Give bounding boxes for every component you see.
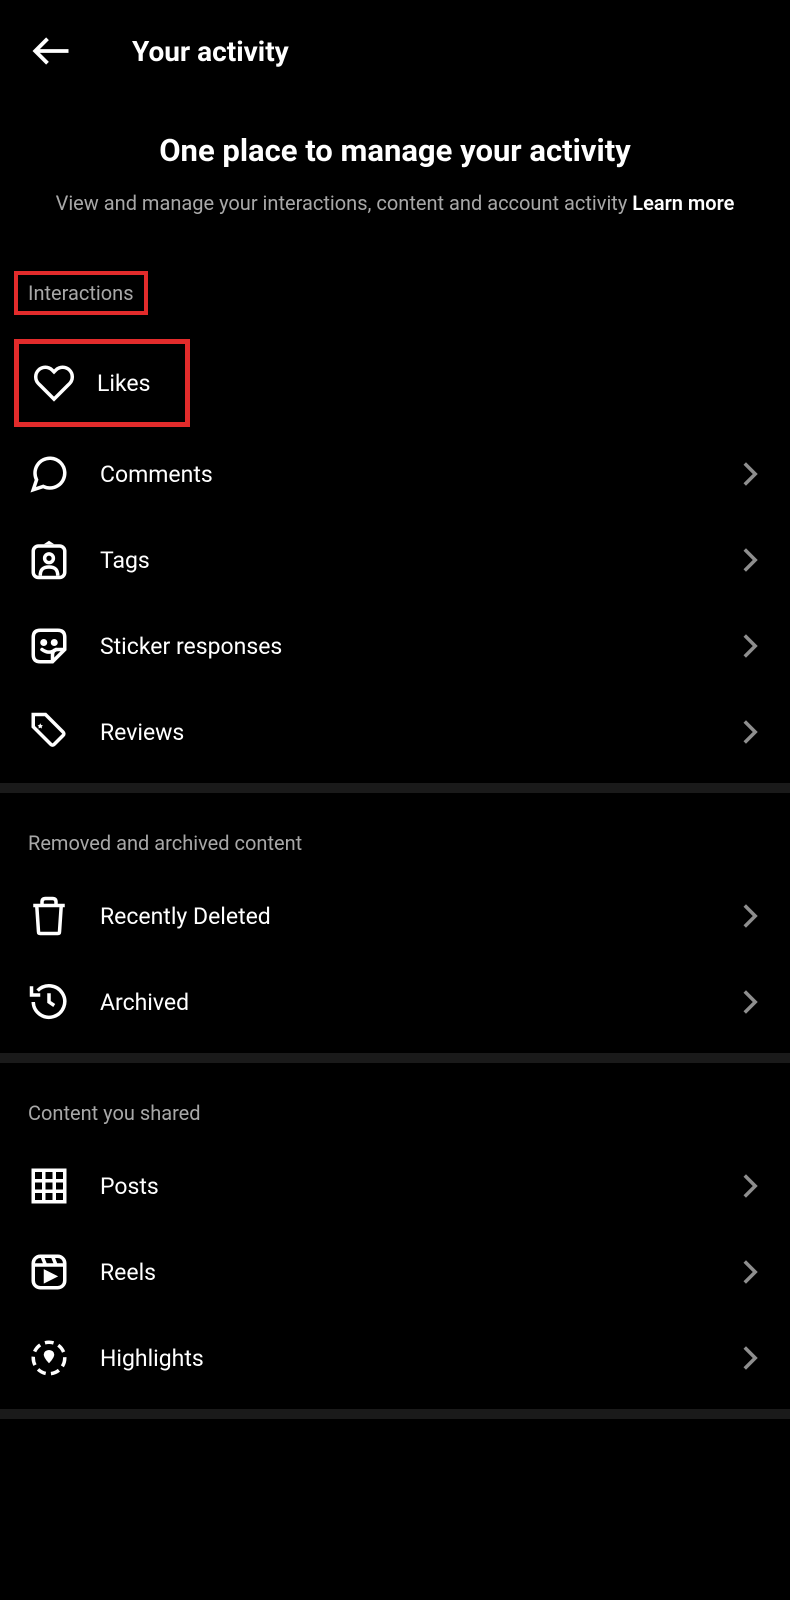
item-label-archived: Archived bbox=[100, 989, 708, 1016]
item-label-reviews: Reviews bbox=[100, 719, 708, 746]
chevron-right-icon bbox=[738, 462, 762, 486]
item-label-highlights: Highlights bbox=[100, 1345, 708, 1372]
item-label-likes: Likes bbox=[97, 370, 171, 397]
item-label-sticker-responses: Sticker responses bbox=[100, 633, 708, 660]
item-label-tags: Tags bbox=[100, 547, 708, 574]
chevron-right-icon bbox=[738, 634, 762, 658]
back-arrow-icon[interactable] bbox=[30, 30, 72, 72]
history-icon bbox=[28, 981, 70, 1023]
item-label-posts: Posts bbox=[100, 1173, 708, 1200]
list-item-highlights[interactable]: Highlights bbox=[0, 1315, 790, 1401]
list-item-likes-row[interactable]: Likes bbox=[0, 335, 790, 431]
chevron-right-icon bbox=[738, 1346, 762, 1370]
list-item-posts[interactable]: Posts bbox=[0, 1143, 790, 1229]
section-divider bbox=[0, 1053, 790, 1063]
section-divider bbox=[0, 783, 790, 793]
list-item-sticker-responses[interactable]: Sticker responses bbox=[0, 603, 790, 689]
list-item-reviews[interactable]: Reviews bbox=[0, 689, 790, 775]
page-title: Your activity bbox=[132, 35, 289, 68]
chevron-right-icon bbox=[738, 1260, 762, 1284]
chevron-right-icon bbox=[738, 1174, 762, 1198]
section-header-content-shared: Content you shared bbox=[0, 1063, 790, 1143]
section-header-removed: Removed and archived content bbox=[0, 793, 790, 873]
list-item-likes[interactable]: Likes bbox=[14, 339, 190, 427]
list-item-reels[interactable]: Reels bbox=[0, 1229, 790, 1315]
intro-subtitle: View and manage your interactions, conte… bbox=[30, 189, 760, 217]
list-item-archived[interactable]: Archived bbox=[0, 959, 790, 1045]
item-label-reels: Reels bbox=[100, 1259, 708, 1286]
list-item-recently-deleted[interactable]: Recently Deleted bbox=[0, 873, 790, 959]
section-header-interactions: Interactions bbox=[14, 271, 148, 315]
intro-title: One place to manage your activity bbox=[30, 132, 760, 169]
item-label-comments: Comments bbox=[100, 461, 708, 488]
trash-icon bbox=[28, 895, 70, 937]
reviews-tag-icon bbox=[28, 711, 70, 753]
grid-icon bbox=[28, 1165, 70, 1207]
chevron-right-icon bbox=[738, 548, 762, 572]
highlights-icon bbox=[28, 1337, 70, 1379]
header: Your activity bbox=[0, 0, 790, 92]
list-item-tags[interactable]: Tags bbox=[0, 517, 790, 603]
heart-icon bbox=[33, 362, 75, 404]
comment-icon bbox=[28, 453, 70, 495]
chevron-right-icon bbox=[738, 990, 762, 1014]
item-label-recently-deleted: Recently Deleted bbox=[100, 903, 708, 930]
intro-subtitle-text: View and manage your interactions, conte… bbox=[56, 191, 633, 215]
reels-icon bbox=[28, 1251, 70, 1293]
chevron-right-icon bbox=[738, 720, 762, 744]
chevron-right-icon bbox=[762, 371, 790, 395]
tag-person-icon bbox=[28, 539, 70, 581]
intro-section: One place to manage your activity View a… bbox=[0, 92, 790, 267]
sticker-icon bbox=[28, 625, 70, 667]
list-item-comments[interactable]: Comments bbox=[0, 431, 790, 517]
learn-more-link[interactable]: Learn more bbox=[632, 191, 734, 215]
section-divider bbox=[0, 1409, 790, 1419]
chevron-right-icon bbox=[738, 904, 762, 928]
